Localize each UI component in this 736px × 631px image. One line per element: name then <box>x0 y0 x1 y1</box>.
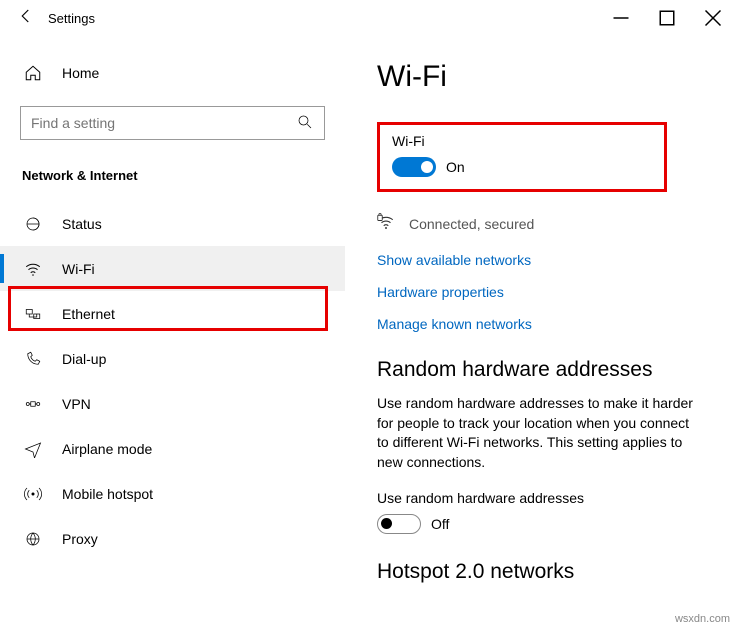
vpn-icon <box>22 395 44 413</box>
sidebar-item-dialup[interactable]: Dial-up <box>0 336 345 381</box>
hotspot-icon <box>22 485 44 503</box>
home-icon <box>22 64 44 82</box>
link-show-networks[interactable]: Show available networks <box>377 252 704 268</box>
wifi-toggle[interactable] <box>392 157 436 177</box>
proxy-icon <box>22 530 44 548</box>
random-toggle-label: Use random hardware addresses <box>377 490 704 506</box>
sidebar-item-label: Ethernet <box>62 306 115 322</box>
sidebar-item-label: Proxy <box>62 531 98 547</box>
page-title: Wi-Fi <box>377 60 704 94</box>
ethernet-icon <box>22 305 44 323</box>
sidebar-item-airplane[interactable]: Airplane mode <box>0 426 345 471</box>
sidebar: Home Network & Internet Status Wi-Fi Eth… <box>0 36 345 631</box>
watermark: wsxdn.com <box>675 613 730 625</box>
close-button[interactable] <box>690 0 736 36</box>
section-heading: Network & Internet <box>0 164 345 201</box>
window-title: Settings <box>44 11 95 26</box>
sidebar-item-ethernet[interactable]: Ethernet <box>0 291 345 336</box>
sidebar-item-status[interactable]: Status <box>0 201 345 246</box>
search-input[interactable] <box>31 115 296 131</box>
wifi-toggle-state: On <box>446 159 465 175</box>
sidebar-item-proxy[interactable]: Proxy <box>0 516 345 561</box>
hotspot-heading: Hotspot 2.0 networks <box>377 560 704 584</box>
sidebar-item-wifi[interactable]: Wi-Fi <box>0 246 345 291</box>
wifi-icon <box>22 260 44 278</box>
sidebar-item-hotspot[interactable]: Mobile hotspot <box>0 471 345 516</box>
arrow-left-icon <box>17 7 35 25</box>
random-toggle[interactable] <box>377 514 421 534</box>
search-box[interactable] <box>20 106 325 140</box>
home-label: Home <box>62 65 99 81</box>
home-nav[interactable]: Home <box>0 56 345 90</box>
status-icon <box>22 215 44 233</box>
connection-row: Connected, secured <box>377 210 704 238</box>
back-button[interactable] <box>8 7 44 30</box>
sidebar-item-label: Airplane mode <box>62 441 152 457</box>
wifi-toggle-label: Wi-Fi <box>392 133 652 149</box>
minimize-button[interactable] <box>598 0 644 36</box>
random-description: Use random hardware addresses to make it… <box>377 394 704 472</box>
maximize-button[interactable] <box>644 0 690 36</box>
title-bar: Settings <box>0 0 736 36</box>
dialup-icon <box>22 350 44 368</box>
sidebar-item-label: VPN <box>62 396 91 412</box>
sidebar-item-label: Mobile hotspot <box>62 486 153 502</box>
minimize-icon <box>612 9 630 27</box>
sidebar-item-label: Status <box>62 216 102 232</box>
random-toggle-state: Off <box>431 516 449 532</box>
main-panel: Wi-Fi Wi-Fi On Connected, secured Show a… <box>345 36 736 631</box>
connection-status: Connected, secured <box>409 216 534 232</box>
sidebar-item-label: Dial-up <box>62 351 106 367</box>
close-icon <box>704 9 722 27</box>
highlight-box-toggle: Wi-Fi On <box>377 122 667 192</box>
airplane-icon <box>22 440 44 458</box>
maximize-icon <box>658 9 676 27</box>
sidebar-item-vpn[interactable]: VPN <box>0 381 345 426</box>
link-hardware-properties[interactable]: Hardware properties <box>377 284 704 300</box>
sidebar-item-label: Wi-Fi <box>62 261 95 277</box>
link-manage-known[interactable]: Manage known networks <box>377 316 704 332</box>
search-icon <box>296 113 314 134</box>
wifi-secure-icon <box>377 210 395 238</box>
random-heading: Random hardware addresses <box>377 358 704 382</box>
